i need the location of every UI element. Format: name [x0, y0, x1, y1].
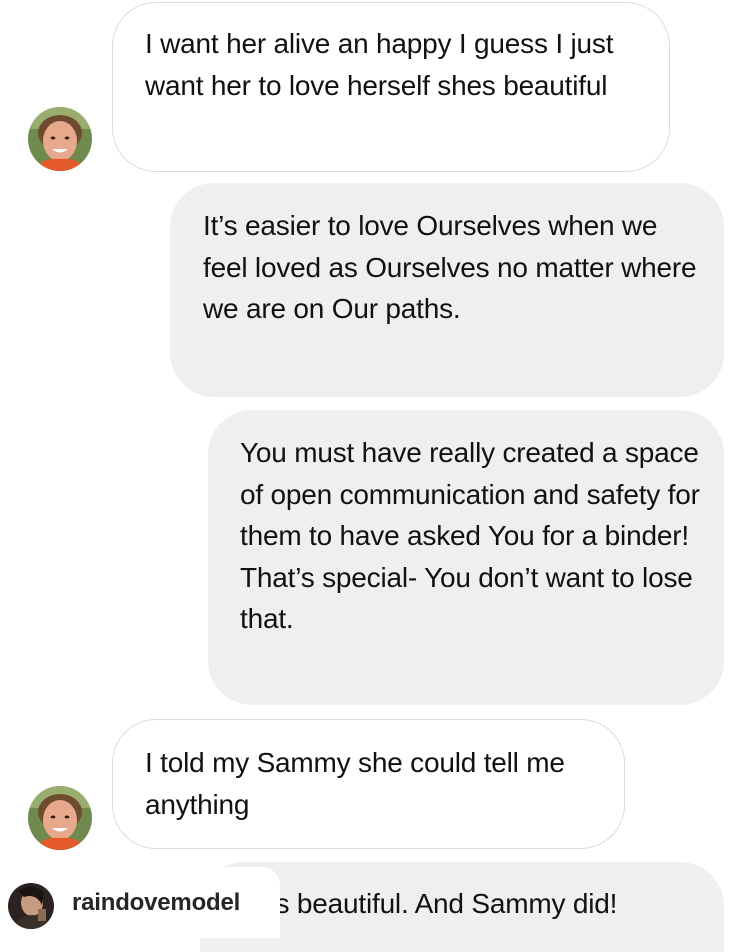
message-text: I want her alive an happy I guess I just…: [145, 28, 614, 101]
message-bubble-incoming: I want her alive an happy I guess I just…: [112, 2, 670, 172]
attribution-badge: raindovemodel: [0, 867, 280, 938]
message-bubble-outgoing: You must have really created a space of …: [208, 410, 724, 705]
message-bubble-incoming: I told my Sammy she could tell me anythi…: [112, 719, 625, 849]
attribution-username[interactable]: raindovemodel: [72, 889, 240, 917]
sender-avatar[interactable]: [28, 107, 92, 171]
attribution-avatar[interactable]: [8, 883, 54, 929]
message-text: It’s easier to love Ourselves when we fe…: [203, 210, 697, 324]
sender-avatar[interactable]: [28, 786, 92, 850]
message-text: You must have really created a space of …: [240, 437, 700, 634]
message-bubble-outgoing: It’s easier to love Ourselves when we fe…: [170, 183, 724, 397]
message-text: ’s beautiful. And Sammy did!: [270, 888, 618, 919]
message-text: I told my Sammy she could tell me anythi…: [145, 747, 565, 820]
